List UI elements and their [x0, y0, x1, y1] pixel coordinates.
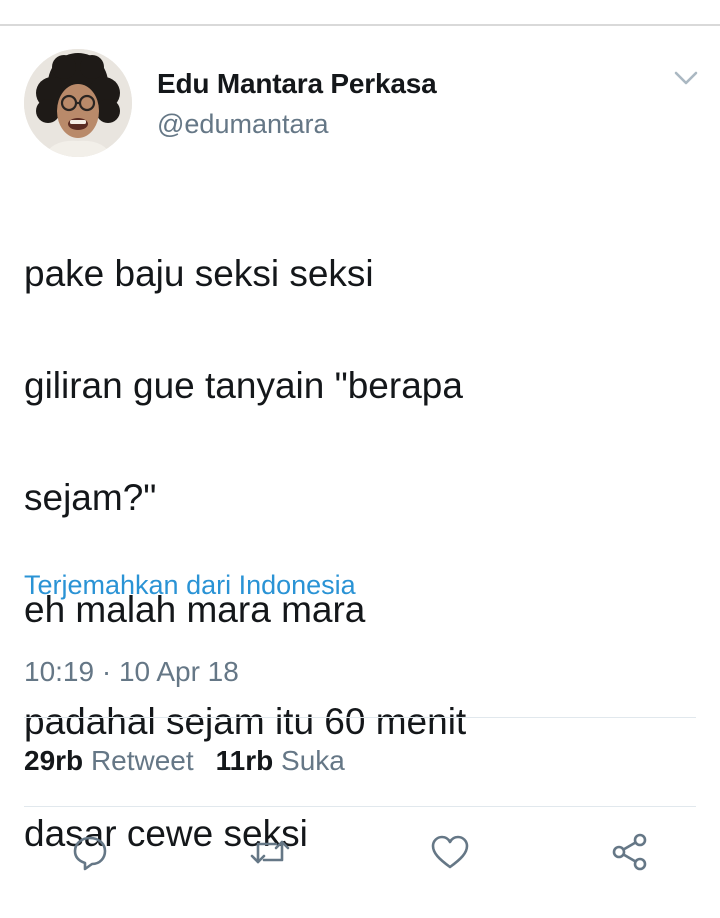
action-bar: [0, 830, 720, 880]
retweet-stat[interactable]: 29rb Retweet: [24, 745, 194, 776]
tweet-detail: Edu Mantara Perkasa @edumantara pake baj…: [0, 0, 720, 900]
retweet-label: Retweet: [90, 745, 194, 776]
divider: [24, 806, 696, 807]
divider: [24, 717, 696, 718]
retweet-icon[interactable]: [248, 830, 292, 874]
share-icon[interactable]: [608, 830, 652, 874]
chevron-down-icon[interactable]: [672, 68, 700, 88]
tweet-text-line: pake baju seksi seksi: [24, 253, 374, 294]
like-stat[interactable]: 11rb Suka: [216, 745, 345, 776]
retweet-count: 29rb: [24, 745, 84, 776]
tweet-text: pake baju seksi seksi giliran gue tanyai…: [24, 190, 694, 918]
tweet-text-line: padahal sejam itu 60 menit: [24, 701, 467, 742]
author-handle[interactable]: @edumantara: [157, 109, 436, 140]
tweet-timestamp: 10:19 · 10 Apr 18: [24, 656, 239, 687]
like-icon[interactable]: [428, 830, 472, 874]
like-label: Suka: [281, 745, 345, 776]
tweet-text-line: giliran gue tanyain "berapa: [24, 365, 463, 406]
avatar[interactable]: [24, 49, 132, 157]
tweet-text-line: sejam?": [24, 477, 157, 518]
author-display-name[interactable]: Edu Mantara Perkasa: [157, 68, 437, 100]
author-info: Edu Mantara Perkasa @edumantara: [157, 68, 437, 140]
translate-link[interactable]: Terjemahkan dari Indonesia: [24, 570, 356, 601]
reply-icon[interactable]: [68, 830, 112, 874]
like-count: 11rb: [215, 745, 274, 776]
avatar-image: [24, 49, 132, 157]
tweet-stats: 29rb Retweet 11rb Suka: [24, 745, 345, 777]
